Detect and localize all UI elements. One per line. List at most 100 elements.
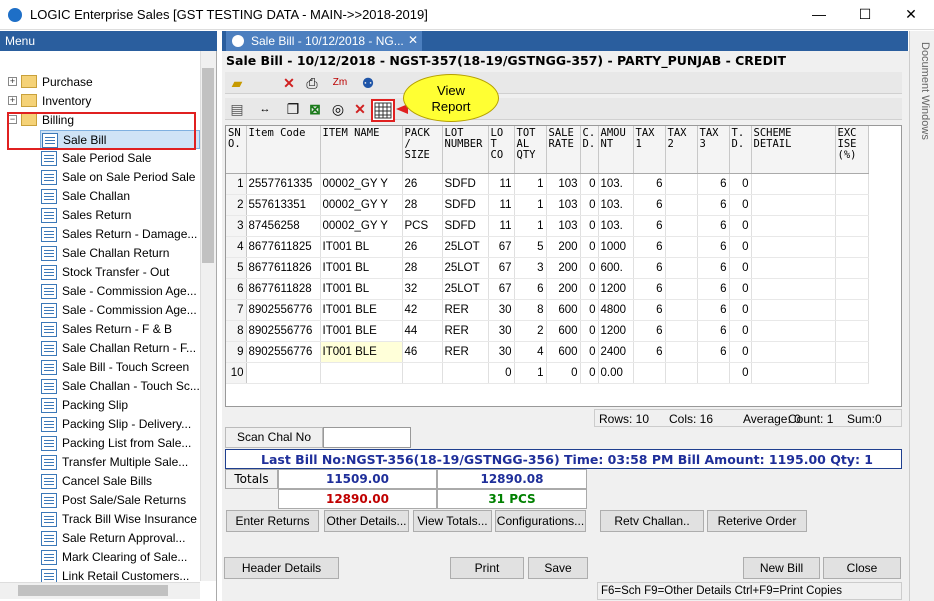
- menu-item[interactable]: Sale Bill - Touch Screen: [40, 358, 200, 377]
- table-cell[interactable]: 42: [402, 299, 443, 321]
- column-header[interactable]: TOT AL QTY: [514, 126, 547, 174]
- table-cell[interactable]: SDFD: [442, 173, 489, 195]
- table-cell[interactable]: [442, 362, 489, 384]
- delete-x-icon[interactable]: ✕: [279, 73, 299, 93]
- delete-row-icon[interactable]: ✕: [350, 99, 370, 119]
- table-cell[interactable]: 6: [697, 194, 730, 216]
- table-cell[interactable]: 44: [402, 320, 443, 342]
- table-cell[interactable]: 3: [514, 257, 547, 279]
- menu-item[interactable]: Transfer Multiple Sale...: [40, 453, 200, 472]
- table-cell[interactable]: 30: [488, 320, 515, 342]
- menu-item[interactable]: Sale Challan - Touch Sc...: [40, 377, 200, 396]
- table-cell[interactable]: 0: [729, 341, 752, 363]
- table-cell[interactable]: [665, 173, 698, 195]
- table-cell[interactable]: [697, 362, 730, 384]
- table-cell[interactable]: 6: [697, 257, 730, 279]
- table-row[interactable]: 5 8677611826 IT001 BL 28 25LOT 67 3 200 0 600. 6 6 0: [226, 257, 869, 279]
- table-cell[interactable]: 0: [729, 257, 752, 279]
- menu-item[interactable]: Cancel Sale Bills: [40, 472, 200, 491]
- table-cell[interactable]: [751, 362, 836, 384]
- table-cell[interactable]: 0: [546, 362, 581, 384]
- column-header[interactable]: SALE RATE: [546, 126, 581, 174]
- table-cell[interactable]: 0: [580, 215, 599, 237]
- table-cell[interactable]: RER: [442, 320, 489, 342]
- table-cell[interactable]: SDFD: [442, 194, 489, 216]
- table-cell[interactable]: [751, 299, 836, 321]
- table-cell[interactable]: 6: [633, 320, 666, 342]
- retv-challan-button[interactable]: Retv Challan..: [600, 510, 704, 532]
- table-cell[interactable]: [835, 236, 869, 258]
- table-cell[interactable]: [665, 194, 698, 216]
- minimize-button[interactable]: —: [796, 0, 842, 30]
- menu-item[interactable]: Mark Clearing of Sale...: [40, 548, 200, 567]
- table-cell[interactable]: 1200: [598, 278, 634, 300]
- column-header[interactable]: TAX 3: [697, 126, 730, 174]
- table-cell[interactable]: 00002_GY Y: [320, 194, 403, 216]
- table-cell[interactable]: 11: [488, 194, 515, 216]
- table-cell[interactable]: [320, 362, 403, 384]
- table-cell[interactable]: [751, 194, 836, 216]
- table-cell[interactable]: [751, 173, 836, 195]
- column-header[interactable]: EXC ISE (%): [835, 126, 869, 174]
- table-cell[interactable]: SDFD: [442, 215, 489, 237]
- table-cell[interactable]: 11: [488, 215, 515, 237]
- table-cell[interactable]: 00002_GY Y: [320, 173, 403, 195]
- table-cell[interactable]: 0: [580, 278, 599, 300]
- table-cell[interactable]: 2400: [598, 341, 634, 363]
- binoculars-icon[interactable]: ◎: [328, 99, 348, 119]
- menu-item[interactable]: Sales Return: [40, 206, 200, 225]
- table-cell[interactable]: 30: [488, 341, 515, 363]
- pin-icon[interactable]: ⊥: [200, 2, 210, 16]
- table-row[interactable]: 7 8902556776 IT001 BLE 42 RER 30 8 600 0 4800 6 6 0: [226, 299, 869, 321]
- table-cell[interactable]: 6: [633, 299, 666, 321]
- zoom-icon[interactable]: Zm: [325, 73, 355, 93]
- table-cell[interactable]: [665, 215, 698, 237]
- table-cell[interactable]: 200: [546, 257, 581, 279]
- save-button[interactable]: Save: [528, 557, 588, 579]
- table-cell[interactable]: [835, 362, 869, 384]
- table-cell[interactable]: 6: [514, 278, 547, 300]
- table-cell[interactable]: 8: [514, 299, 547, 321]
- table-cell[interactable]: 6: [633, 236, 666, 258]
- column-header[interactable]: T. D.: [729, 126, 752, 174]
- table-cell[interactable]: 0: [729, 278, 752, 300]
- table-cell[interactable]: 6: [697, 173, 730, 195]
- table-cell[interactable]: 0: [580, 257, 599, 279]
- table-cell[interactable]: RER: [442, 341, 489, 363]
- table-row[interactable]: 4 8677611825 IT001 BL 26 25LOT 67 5 200 0 1000 6 6 0: [226, 236, 869, 258]
- expand-toggle-icon[interactable]: +: [8, 77, 17, 86]
- header-details-button[interactable]: Header Details: [224, 557, 339, 579]
- view-report-button[interactable]: [371, 99, 395, 122]
- table-cell[interactable]: [835, 278, 869, 300]
- table-cell[interactable]: 6: [633, 215, 666, 237]
- table-cell[interactable]: [665, 362, 698, 384]
- table-row[interactable]: 10 0 1 0 0 0.00 0: [226, 362, 869, 384]
- menu-item[interactable]: Sale - Commission Age...: [40, 282, 200, 301]
- retrieve-order-button[interactable]: Reterive Order: [707, 510, 807, 532]
- table-cell[interactable]: 8902556776: [246, 320, 321, 342]
- table-cell[interactable]: 26: [402, 173, 443, 195]
- table-cell[interactable]: 6: [633, 173, 666, 195]
- tab-close-icon[interactable]: ✕: [408, 33, 418, 47]
- column-header[interactable]: TAX 1: [633, 126, 666, 174]
- table-cell[interactable]: [835, 299, 869, 321]
- menu-item[interactable]: Sale - Commission Age...: [40, 301, 200, 320]
- table-cell[interactable]: 5: [514, 236, 547, 258]
- menu-item[interactable]: Track Bill Wise Insurance: [40, 510, 200, 529]
- table-cell[interactable]: 67: [488, 278, 515, 300]
- table-cell[interactable]: 103.: [598, 173, 634, 195]
- menu-item[interactable]: Packing Slip: [40, 396, 200, 415]
- table-cell[interactable]: 30: [488, 299, 515, 321]
- menu-item[interactable]: Sale Challan: [40, 187, 200, 206]
- table-cell[interactable]: 0: [729, 320, 752, 342]
- table-cell[interactable]: IT001 BLE: [320, 320, 403, 342]
- table-cell[interactable]: [835, 215, 869, 237]
- table-cell[interactable]: 8902556776: [246, 341, 321, 363]
- table-cell[interactable]: 1: [514, 215, 547, 237]
- printer-icon[interactable]: ⎙: [302, 73, 322, 93]
- menu-item[interactable]: Packing Slip - Delivery...: [40, 415, 200, 434]
- table-cell[interactable]: 8677611828: [246, 278, 321, 300]
- table-cell[interactable]: 25LOT: [442, 236, 489, 258]
- menu-item[interactable]: Sale on Sale Period Sale: [40, 168, 200, 187]
- table-cell[interactable]: [665, 299, 698, 321]
